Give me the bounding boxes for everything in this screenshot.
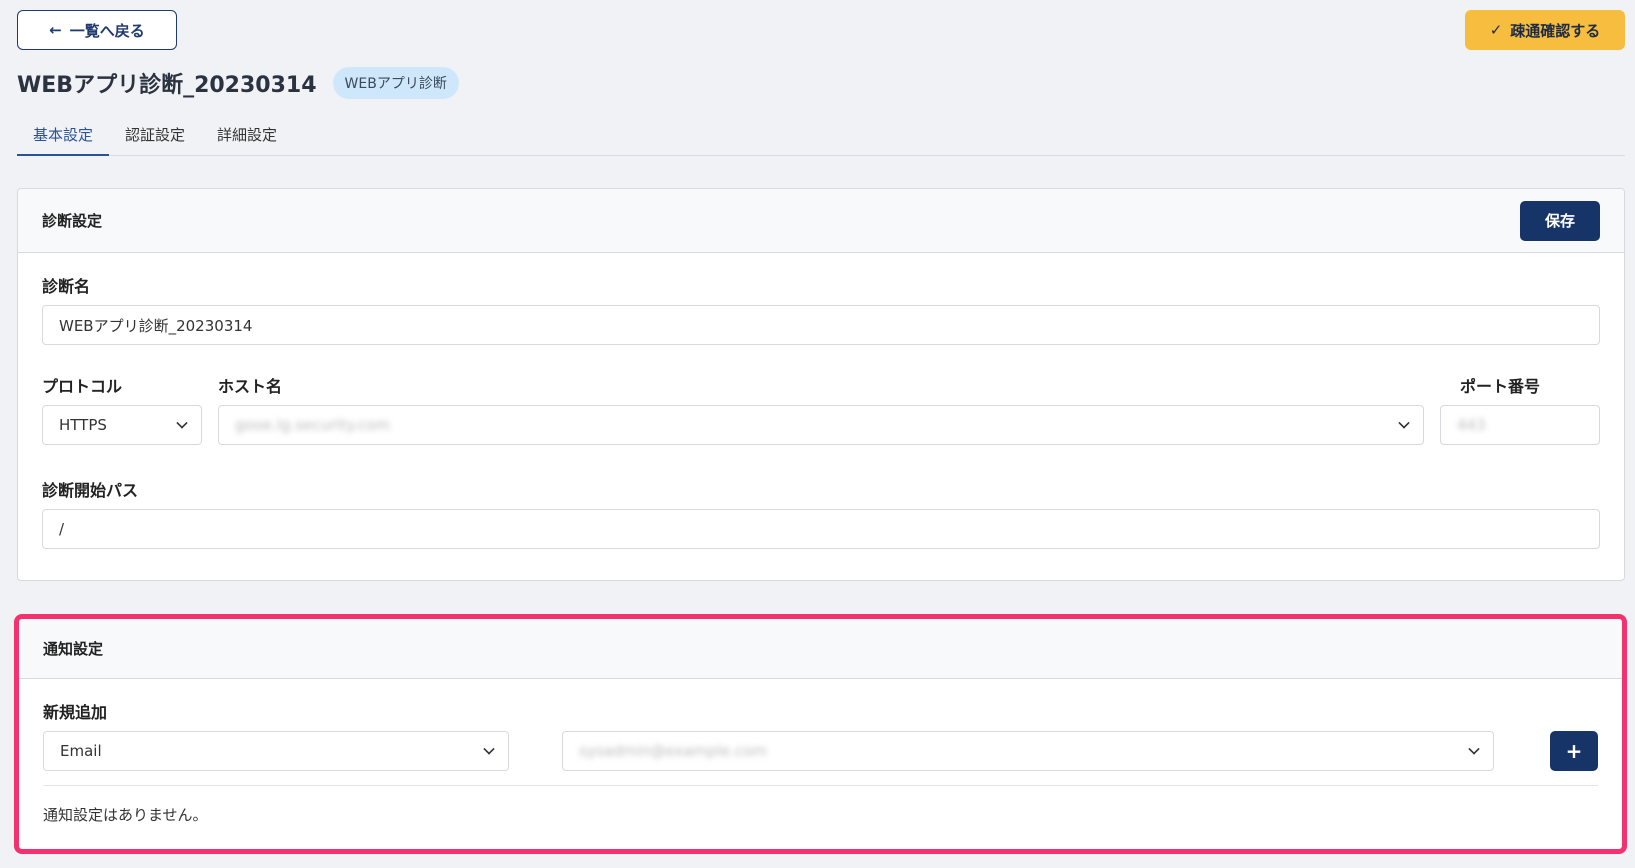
scan-type-badge: WEBアプリ診断 [332,67,459,99]
top-bar: ← 一覧へ戻る ✓ 疎通確認する [17,10,1625,50]
tab-detail-settings[interactable]: 詳細設定 [201,118,293,156]
back-label: 一覧へ戻る [69,21,145,40]
divider [43,785,1598,786]
save-button[interactable]: 保存 [1520,200,1600,241]
chevron-down-icon [1468,743,1480,755]
start-path-input[interactable]: / [42,509,1600,549]
chevron-down-icon [176,417,188,429]
notification-header: 通知設定 [19,619,1622,679]
port-input[interactable]: 443 [1440,405,1600,445]
scan-name-label: 診断名 [42,277,91,296]
start-path-label: 診断開始パス [42,481,139,500]
page-title: WEBアプリ診断_20230314 [17,73,317,98]
notification-type-select[interactable]: Email [43,731,509,771]
scan-settings-title: 診断設定 [42,212,103,230]
arrow-left-icon: ← [49,21,62,39]
port-value: 443 [1457,416,1486,434]
host-value: gooe.lg.security.com [235,416,390,434]
scan-name-input[interactable]: WEBアプリ診断_20230314 [42,305,1600,345]
confirm-label: 疎通確認する [1510,21,1601,40]
tab-auth-settings[interactable]: 認証設定 [109,118,201,156]
protocol-label: プロトコル [42,377,123,396]
port-label: ポート番号 [1459,377,1540,396]
tab-basic-settings[interactable]: 基本設定 [17,118,110,156]
scan-settings-header: 診断設定 保存 [18,189,1624,253]
scan-settings-card: 診断設定 保存 診断名 WEBアプリ診断_20230314 プロトコル HTTP… [17,188,1625,581]
new-entry-label: 新規追加 [43,703,108,722]
notification-title: 通知設定 [43,640,104,658]
protocol-value: HTTPS [59,416,107,434]
settings-tabs: 基本設定 認証設定 詳細設定 [17,118,1625,156]
title-row: WEBアプリ診断_20230314 WEBアプリ診断 [17,66,459,100]
chevron-down-icon [483,743,495,755]
chevron-down-icon [1398,417,1410,429]
notification-settings-card: 通知設定 新規追加 Email sysadmin@example.com + 通… [14,614,1627,854]
recipient-select[interactable]: sysadmin@example.com [562,731,1494,771]
add-notification-button[interactable]: + [1550,731,1598,771]
start-path-value: / [59,520,65,538]
back-to-list-button[interactable]: ← 一覧へ戻る [17,10,177,50]
recipient-value: sysadmin@example.com [579,742,767,760]
host-label: ホスト名 [218,377,283,396]
connectivity-check-button[interactable]: ✓ 疎通確認する [1465,10,1625,50]
check-icon: ✓ [1489,21,1503,39]
notification-type-value: Email [60,742,102,760]
host-select[interactable]: gooe.lg.security.com [218,405,1424,445]
scan-name-value: WEBアプリ診断_20230314 [59,316,253,335]
empty-notification-text: 通知設定はありません。 [43,806,208,824]
protocol-select[interactable]: HTTPS [42,405,202,445]
